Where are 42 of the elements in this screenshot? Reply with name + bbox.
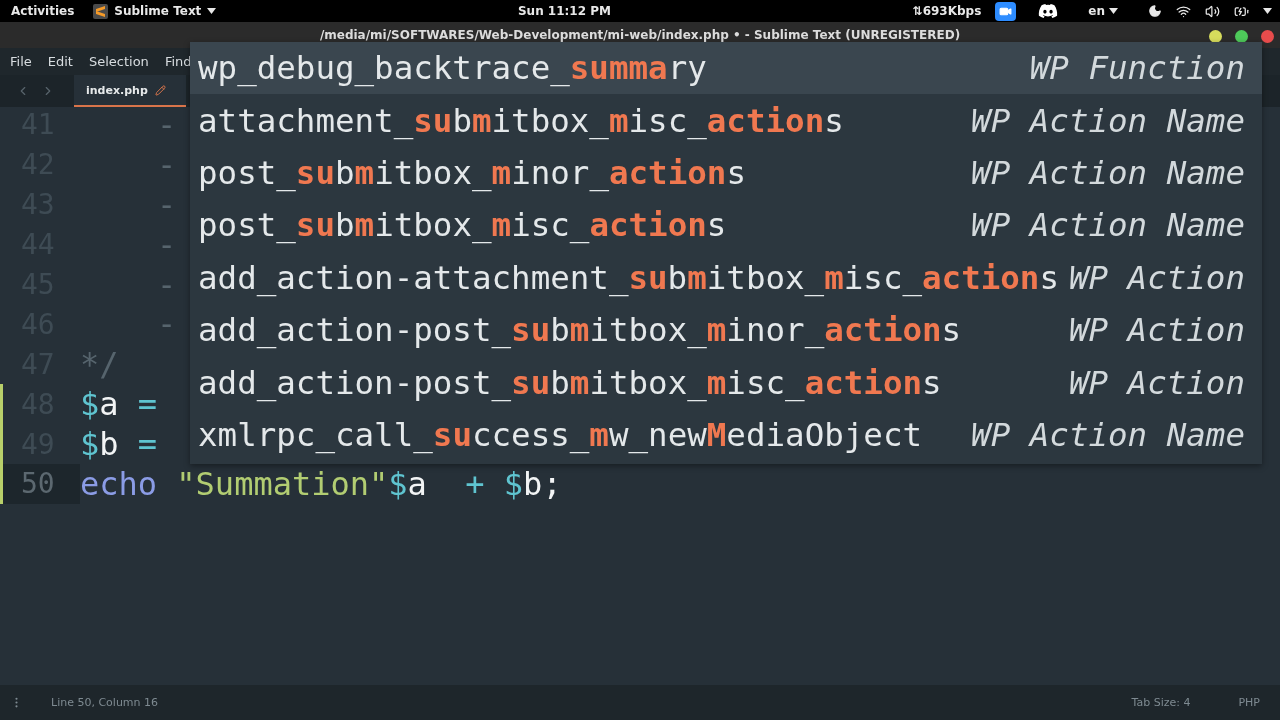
code-line: - — [156, 225, 177, 264]
code-line: $b = — [80, 425, 158, 464]
completion-item[interactable]: wp_debug_backtrace_summary WP Function — [190, 42, 1262, 95]
code-line: $a = — [80, 385, 158, 424]
menu-item[interactable]: Edit — [45, 54, 83, 69]
language-indicator[interactable]: en — [1088, 4, 1105, 18]
menu-item[interactable]: Selection — [86, 54, 159, 69]
menu-item[interactable]: File — [8, 54, 42, 69]
completion-item[interactable]: add_action-post_submitbox_minor_actions WP Action — [190, 303, 1262, 357]
completion-item[interactable]: xmlrpc_call_success_mw_newMediaObject WP Action Name — [190, 408, 1262, 462]
caret-icon — [1109, 8, 1118, 14]
code-line: - — [156, 145, 177, 184]
tab-size[interactable]: Tab Size: 4 — [1131, 696, 1191, 709]
file-tab[interactable]: index.php — [74, 75, 186, 107]
app-icon — [93, 3, 109, 19]
activities-button[interactable]: Activities — [11, 4, 75, 18]
clock[interactable]: Sun 11:12 PM — [517, 4, 611, 18]
code-line: echo "Summation"$a + $b; — [80, 464, 562, 503]
line-gutter: 50 — [0, 464, 80, 504]
moon-icon[interactable] — [1148, 4, 1162, 18]
caret-icon — [207, 8, 217, 14]
volume-icon[interactable] — [1205, 3, 1220, 19]
app-menu[interactable]: Sublime Text — [93, 3, 217, 19]
cursor-position: Line 50, Column 16 — [51, 696, 159, 709]
close-button[interactable] — [1261, 30, 1274, 43]
code-line: - — [156, 265, 177, 304]
code-line: */ — [80, 345, 119, 384]
code-line: - — [156, 107, 177, 144]
network-speed: ⇅693Kbps — [912, 4, 982, 18]
syntax-mode[interactable]: PHP — [1238, 696, 1260, 709]
code-line: - — [156, 305, 177, 344]
completion-item[interactable]: post_submitbox_minor_actions WP Action Name — [190, 146, 1262, 200]
window-title: /media/mi/SOFTWARES/Web-Development/mi-web/index.php • - Sublime Text (UNREGISTERED) — [319, 28, 961, 42]
video-camera-icon[interactable] — [995, 1, 1017, 21]
code-line: - — [156, 185, 177, 224]
completion-item[interactable]: add_action-attachment_submitbox_misc_actions WP Action — [190, 251, 1262, 304]
controller-face-icon[interactable] — [1038, 1, 1059, 21]
completion-item[interactable]: attachment_submitbox_misc_actions WP Action Name — [190, 94, 1262, 147]
caret-icon[interactable] — [1263, 8, 1272, 14]
completion-item[interactable]: post_submitbox_misc_actions WP Action Name — [190, 199, 1262, 252]
completion-item[interactable]: add_action-post_submitbox_misc_actions WP Action — [190, 356, 1262, 409]
wifi-icon[interactable] — [1176, 3, 1191, 19]
